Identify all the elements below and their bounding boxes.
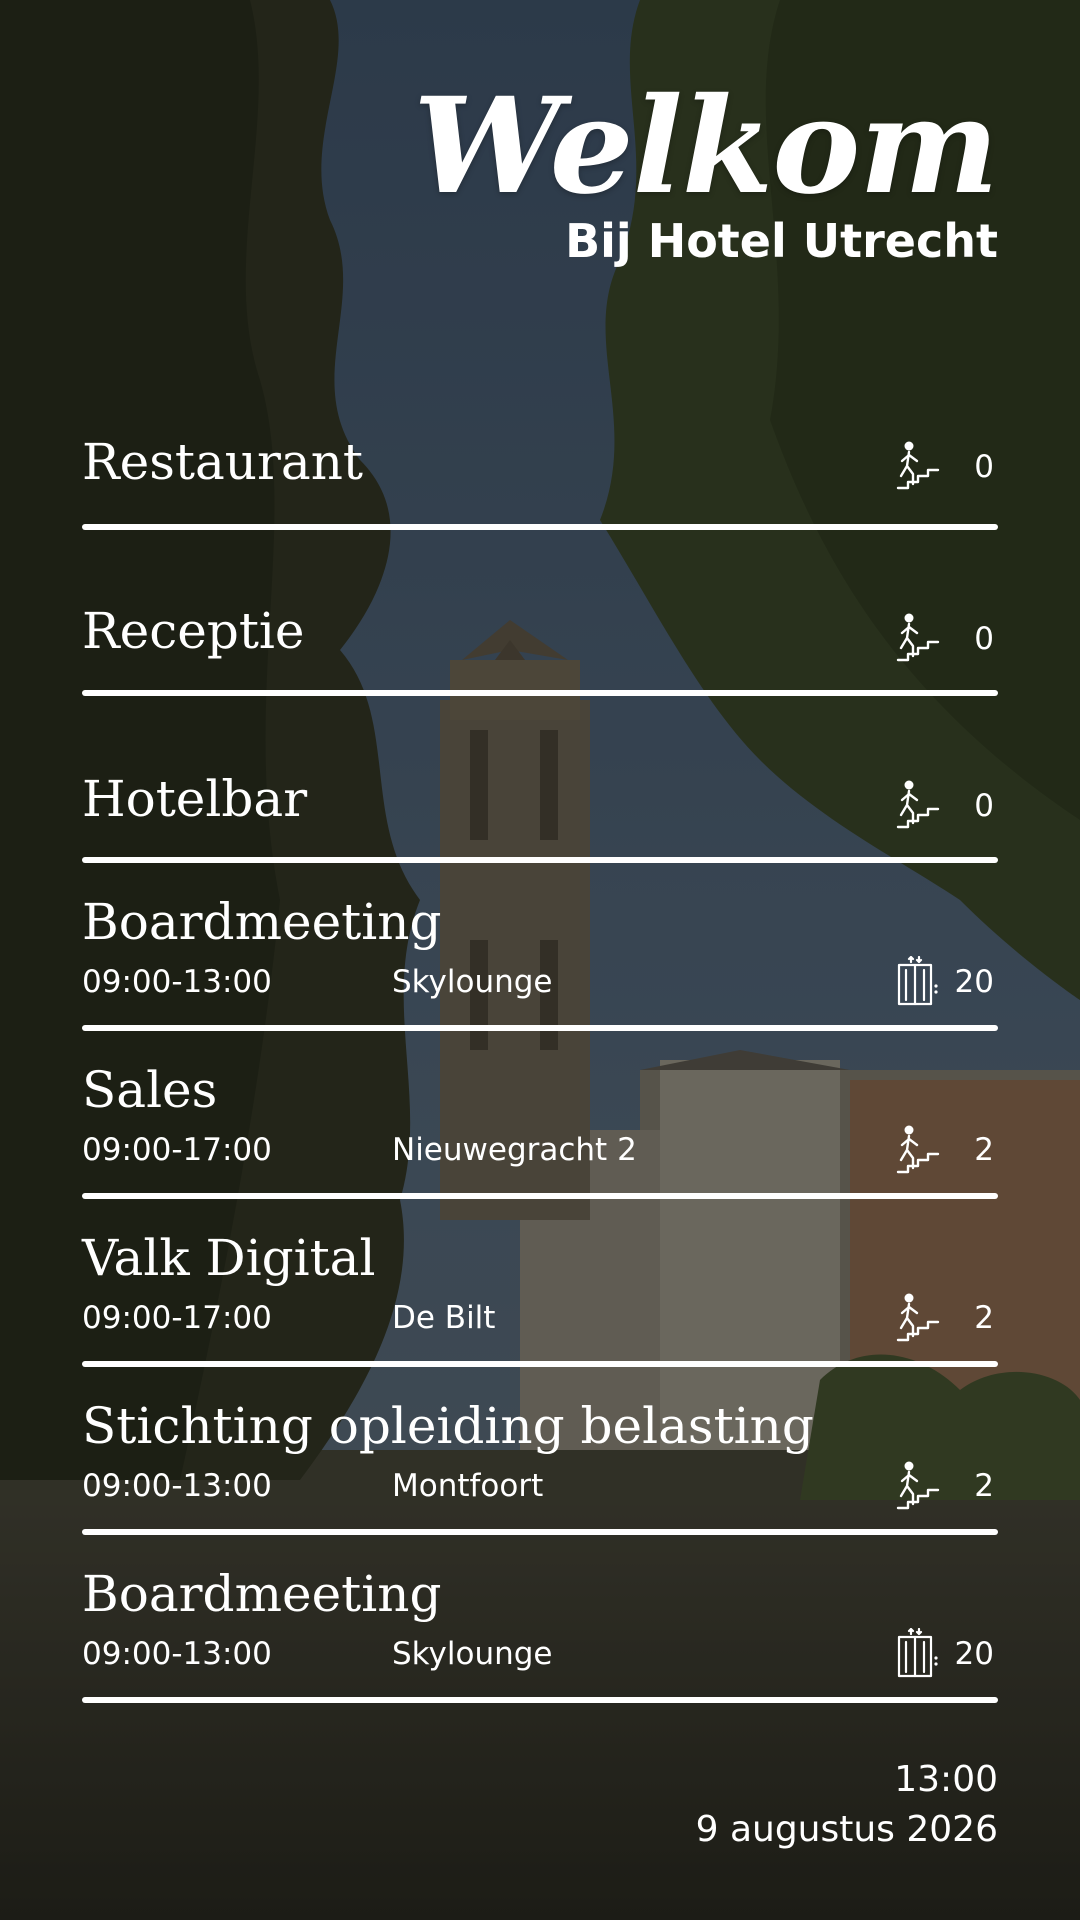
event-time: 09:00-13:00 [82,1468,272,1504]
room-count: 0 [974,621,994,657]
room-title: Receptie [82,602,305,660]
clock-footer: 13:00 9 augustus 2026 [696,1755,998,1855]
room-count: 0 [974,449,994,485]
room-schedule-list: Restaurant 0 Receptie 0 Hotelbar 0 Board… [82,0,998,1720]
event-title: Boardmeeting [82,1565,442,1623]
stairs-icon [896,440,940,490]
event-location: De Bilt [392,1300,496,1336]
event-time: 09:00-13:00 [82,1636,272,1672]
row-divider [82,857,998,863]
row-divider [82,1361,998,1367]
room-title: Restaurant [82,433,364,491]
event-count: 2 [974,1300,994,1336]
room-title: Hotelbar [82,770,308,828]
event-count: 2 [974,1132,994,1168]
stairs-icon [896,1460,940,1510]
elevator-icon [896,955,940,1006]
event-location: Skylounge [392,964,553,1000]
room-count: 0 [974,788,994,824]
stairs-icon [896,1124,940,1174]
event-location: Montfoort [392,1468,544,1504]
event-count: 20 [954,1636,994,1672]
row-divider [82,1025,998,1031]
event-time: 09:00-17:00 [82,1132,272,1168]
current-time: 13:00 [894,1759,998,1800]
row-divider [82,690,998,696]
row-divider [82,524,998,530]
event-location: Nieuwegracht 2 [392,1132,637,1168]
event-title: Valk Digital [82,1229,376,1287]
event-count: 2 [974,1468,994,1504]
stairs-icon [896,1292,940,1342]
row-divider [82,1697,998,1703]
current-date: 9 augustus 2026 [695,1809,998,1850]
event-location: Skylounge [392,1636,553,1672]
event-title: Sales [82,1061,218,1119]
event-count: 20 [954,964,994,1000]
event-time: 09:00-17:00 [82,1300,272,1336]
event-time: 09:00-13:00 [82,964,272,1000]
row-divider [82,1529,998,1535]
row-divider [82,1193,998,1199]
stairs-icon [896,612,940,662]
event-title: Boardmeeting [82,893,442,951]
elevator-icon [896,1627,940,1678]
stairs-icon [896,779,940,829]
event-title: Stichting opleiding belasting [82,1397,814,1455]
